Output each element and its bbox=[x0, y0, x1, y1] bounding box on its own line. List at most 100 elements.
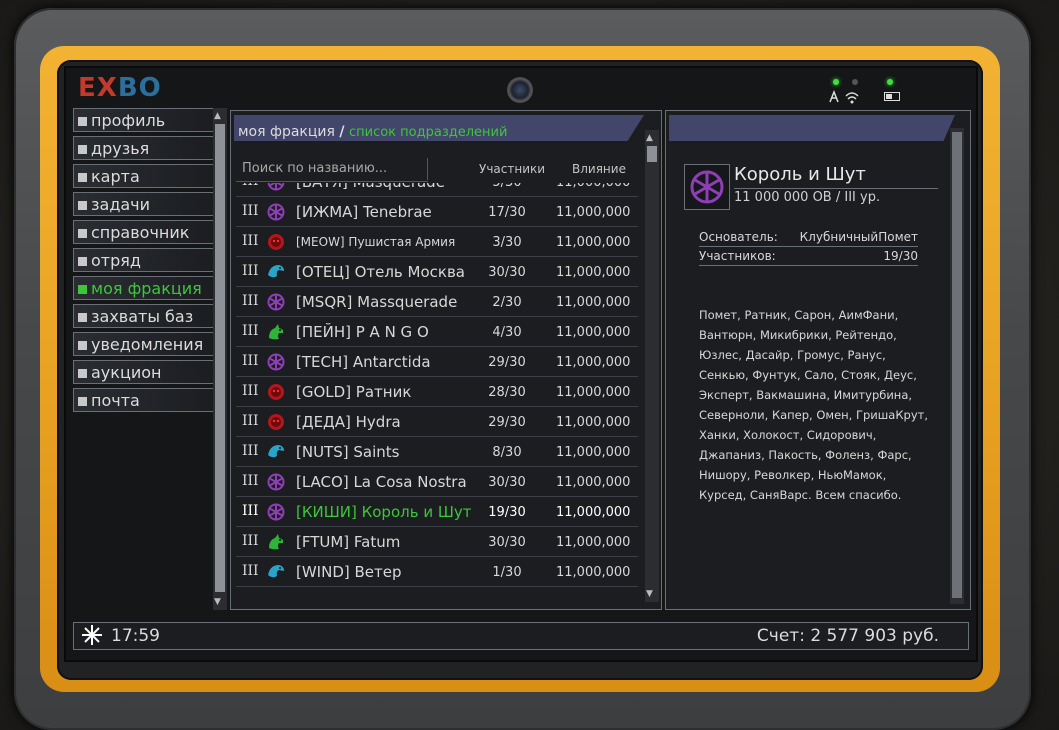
rank-label: III bbox=[242, 323, 259, 339]
faction-name: [ИЖМА] Tenebrae bbox=[296, 203, 432, 221]
exbo-logo: EX BO bbox=[78, 72, 162, 104]
faction-row[interactable]: III [ДЕДА] Hydra 29/30 11,000,000 bbox=[236, 409, 638, 437]
scroll-down-icon[interactable]: ▼ bbox=[646, 588, 653, 600]
menu-scrollbar[interactable]: ▲ ▼ bbox=[213, 108, 227, 610]
faction-row[interactable]: III [WIND] Ветер 1/30 11,000,000 bbox=[236, 559, 638, 587]
blue-bird-emblem-icon bbox=[266, 442, 286, 462]
logo-right: BO bbox=[117, 73, 162, 103]
scroll-thumb[interactable] bbox=[952, 132, 962, 598]
faction-name: [ДЕДА] Hydra bbox=[296, 413, 401, 431]
column-header-members[interactable]: Участники bbox=[479, 156, 545, 182]
founder-value: КлубничныйПомет bbox=[799, 230, 918, 244]
blue-bird-emblem-icon bbox=[266, 262, 286, 282]
members-label: Участников: bbox=[699, 249, 776, 263]
red-skull-emblem-icon bbox=[266, 412, 286, 432]
purple-wheel-emblem-icon bbox=[266, 292, 286, 312]
purple-wheel-emblem-icon bbox=[266, 472, 286, 492]
rank-label: III bbox=[242, 473, 259, 489]
influence-value: 11,000,000 bbox=[556, 235, 631, 250]
status-led bbox=[852, 79, 858, 85]
members-count: 4/30 bbox=[492, 325, 522, 340]
faction-row[interactable]: III [FTUM] Fatum 30/30 11,000,000 bbox=[236, 529, 638, 557]
members-count: 29/30 bbox=[488, 415, 526, 430]
green-dragon-emblem-icon bbox=[266, 532, 286, 552]
menu-item-mail[interactable]: почта bbox=[73, 388, 213, 412]
faction-row[interactable]: III [NUTS] Saints 8/30 11,000,000 bbox=[236, 439, 638, 467]
menu-item-base-captures[interactable]: захваты баз bbox=[73, 304, 213, 328]
members-count: 17/30 bbox=[488, 205, 526, 220]
faction-row[interactable]: III [ПЕЙН] P A N G O 4/30 11,000,000 bbox=[236, 319, 638, 347]
breadcrumb: моя фракция / список подразделений bbox=[238, 124, 507, 140]
logo-left: EX bbox=[78, 73, 118, 103]
faction-row[interactable]: III [GOLD] Ратник 28/30 11,000,000 bbox=[236, 379, 638, 407]
faction-row[interactable]: III [MSQR] Massquerade 2/30 11,000,000 bbox=[236, 289, 638, 317]
influence-value: 11,000,000 bbox=[556, 385, 631, 400]
description-line: Вантюрн, Микибрики, Рейтендо, bbox=[699, 328, 897, 342]
menu-item-profile[interactable]: профиль bbox=[73, 108, 213, 132]
menu-item-auction[interactable]: аукцион bbox=[73, 360, 213, 384]
menu-item-friends[interactable]: друзья bbox=[73, 136, 213, 160]
menu-item-map[interactable]: карта bbox=[73, 164, 213, 188]
column-divider bbox=[427, 158, 428, 180]
description-line: Нишору, Револкер, НьюМамок, bbox=[699, 468, 887, 482]
green-dragon-emblem-icon bbox=[266, 322, 286, 342]
scroll-thumb[interactable] bbox=[647, 146, 657, 162]
faction-row[interactable]: III [БАТЯ] Masquerade 5/30 11,000,000 bbox=[236, 183, 638, 197]
description-line: Курсед, СаняВарс. Всем спасибо. bbox=[699, 488, 902, 502]
members-value: 19/30 bbox=[883, 249, 918, 263]
faction-description: Помет, Ратник, Сарон, АимФани, Вантюрн, … bbox=[699, 305, 931, 505]
faction-row[interactable]: III [LACO] La Cosa Nostra 30/30 11,000,000 bbox=[236, 469, 638, 497]
search-input[interactable]: Поиск по названию... bbox=[236, 156, 428, 182]
members-count: 3/30 bbox=[492, 235, 522, 250]
scroll-thumb[interactable] bbox=[215, 124, 225, 592]
faction-name: [БАТЯ] Masquerade bbox=[296, 183, 445, 191]
description-line: Ханки, Холокост, Сидорович, bbox=[699, 428, 877, 442]
detail-header-bar bbox=[669, 115, 955, 141]
influence-value: 11,000,000 bbox=[556, 475, 631, 490]
menu-item-notifications[interactable]: уведомления bbox=[73, 332, 213, 356]
influence-value: 11,000,000 bbox=[556, 355, 631, 370]
menu-item-my-faction[interactable]: моя фракция bbox=[73, 276, 213, 300]
influence-value: 11,000,000 bbox=[556, 265, 631, 280]
menu-item-squad[interactable]: отряд bbox=[73, 248, 213, 272]
faction-name: [MEOW] Пушистая Армия bbox=[296, 235, 456, 249]
faction-row[interactable]: III [ОТЕЦ] Отель Москва 30/30 11,000,000 bbox=[236, 259, 638, 287]
faction-row[interactable]: III [MEOW] Пушистая Армия 3/30 11,000,000 bbox=[236, 229, 638, 257]
status-led bbox=[833, 79, 839, 85]
members-count: 28/30 bbox=[488, 385, 526, 400]
menu-item-tasks[interactable]: задачи bbox=[73, 192, 213, 216]
breadcrumb-root[interactable]: моя фракция bbox=[238, 124, 335, 140]
members-count: 19/30 bbox=[488, 505, 526, 520]
rank-label: III bbox=[242, 183, 264, 189]
influence-value: 11,000,000 bbox=[556, 505, 631, 520]
scroll-down-icon[interactable]: ▼ bbox=[214, 596, 221, 608]
column-header-influence[interactable]: Влияние bbox=[572, 156, 626, 182]
purple-wheel-emblem-icon bbox=[266, 502, 286, 522]
faction-row[interactable]: III [ИЖМА] Tenebrae 17/30 11,000,000 bbox=[236, 199, 638, 227]
scroll-up-icon[interactable]: ▲ bbox=[214, 110, 221, 122]
faction-name: [ПЕЙН] P A N G O bbox=[296, 323, 429, 341]
menu-item-reference[interactable]: справочник bbox=[73, 220, 213, 244]
side-menu: профиль друзья карта задачи справочник о… bbox=[73, 108, 213, 416]
list-scrollbar[interactable]: ▲ ▼ bbox=[645, 130, 659, 602]
faction-name: [LACO] La Cosa Nostra bbox=[296, 473, 467, 491]
influence-value: 11,000,000 bbox=[556, 205, 631, 220]
faction-name: [WIND] Ветер bbox=[296, 563, 402, 581]
founder-label: Основатель: bbox=[699, 230, 778, 244]
faction-name: [ОТЕЦ] Отель Москва bbox=[296, 263, 465, 281]
rank-label: III bbox=[242, 563, 259, 579]
scroll-up-icon[interactable]: ▲ bbox=[646, 132, 653, 144]
rank-label: III bbox=[242, 503, 259, 519]
rank-label: III bbox=[242, 293, 259, 309]
faction-subtitle: 11 000 000 ОВ / III ур. bbox=[734, 190, 881, 205]
rank-label: III bbox=[242, 383, 259, 399]
detail-scrollbar[interactable] bbox=[950, 128, 964, 604]
sun-icon bbox=[82, 625, 102, 645]
description-line: Эксперт, Вакмашина, Имитурбина, bbox=[699, 388, 913, 402]
faction-row[interactable]: III [TECH] Antarctida 29/30 11,000,000 bbox=[236, 349, 638, 377]
red-skull-emblem-icon bbox=[266, 382, 286, 402]
influence-value: 11,000,000 bbox=[556, 535, 631, 550]
description-line: Помет, Ратник, Сарон, АимФани, bbox=[699, 308, 899, 322]
faction-row[interactable]: III [КИШИ] Король и Шут 19/30 11,000,000 bbox=[236, 499, 638, 527]
influence-value: 11,000,000 bbox=[556, 415, 631, 430]
